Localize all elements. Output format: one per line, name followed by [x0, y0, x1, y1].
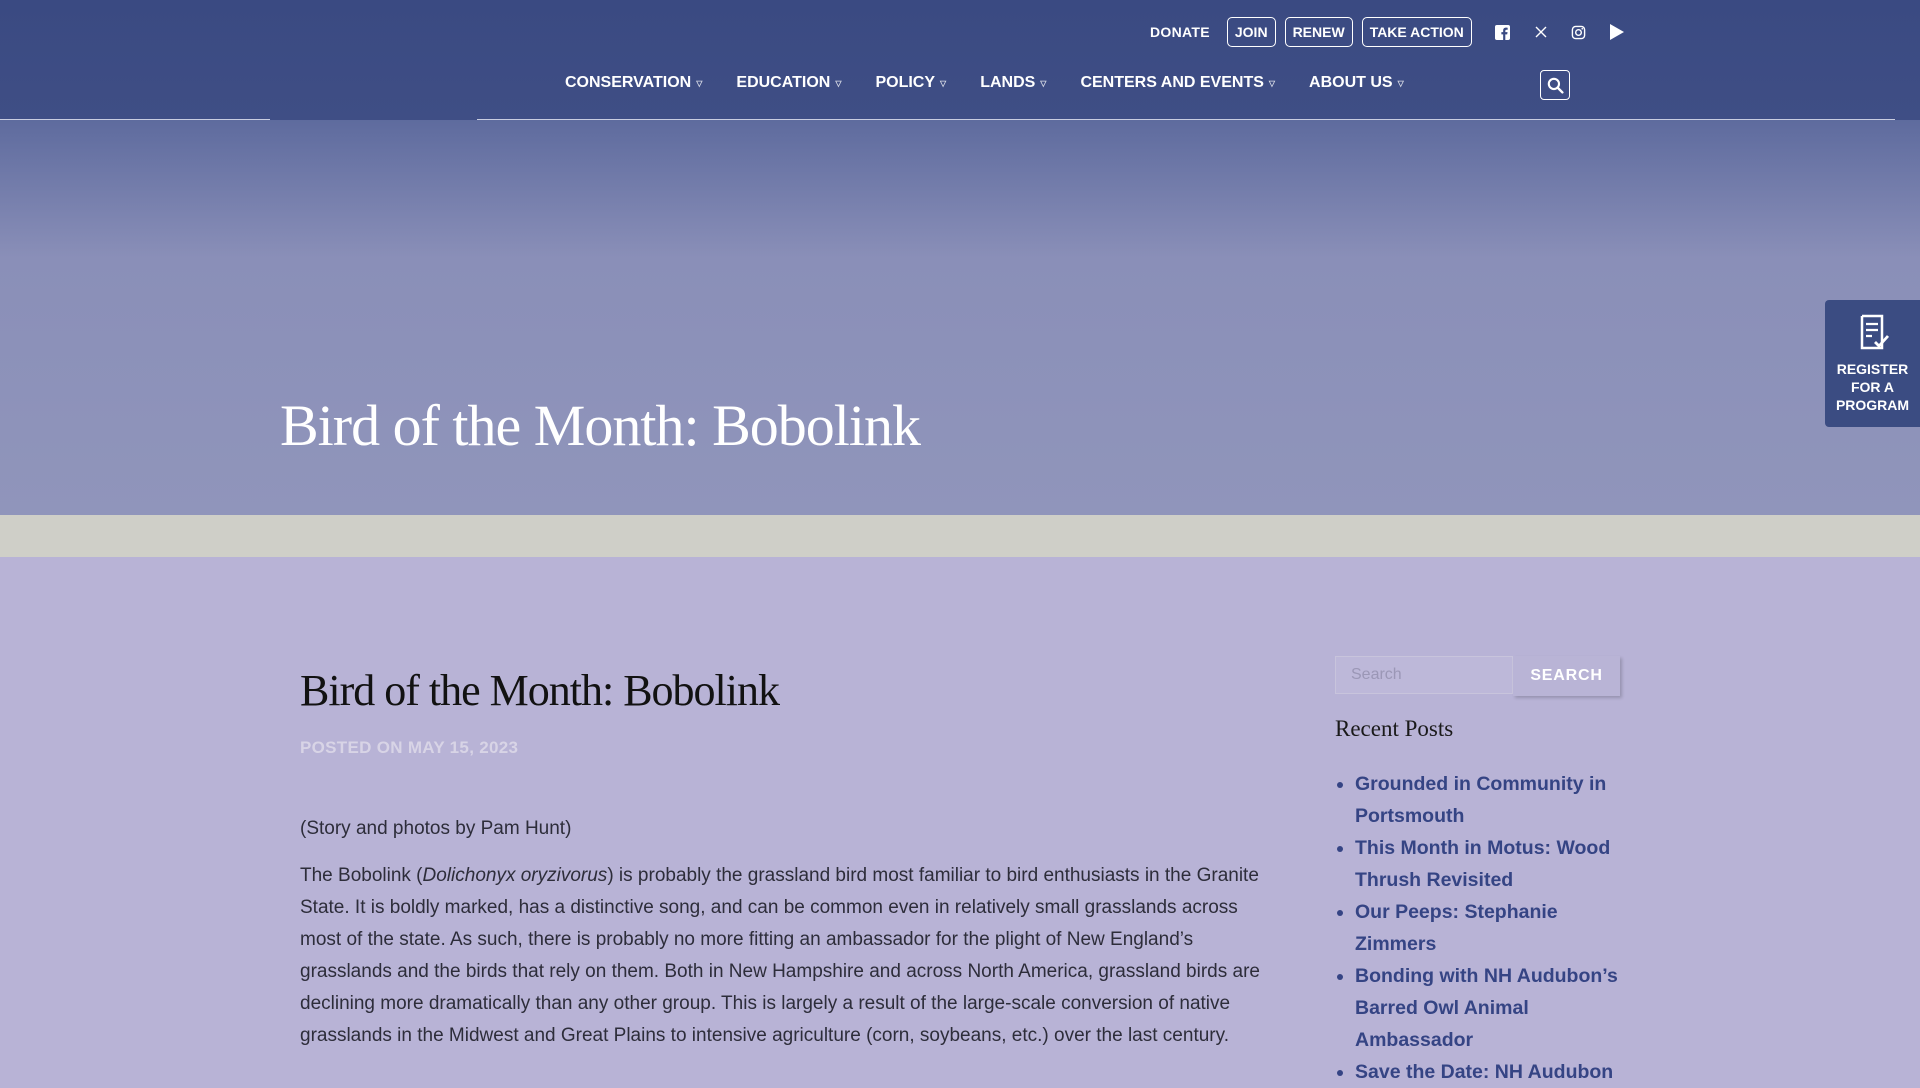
header-search-button[interactable] [1540, 70, 1570, 100]
register-label: REGISTER FOR A PROGRAM [1835, 361, 1910, 413]
renew-button[interactable]: RENEW [1284, 17, 1353, 47]
recent-post-link[interactable]: Grounded in Community in Portsmouth [1355, 773, 1606, 827]
sidebar-search-input[interactable] [1335, 656, 1513, 694]
join-button[interactable]: JOIN [1226, 17, 1276, 47]
nav-about-label: ABOUT US [1309, 74, 1393, 91]
article-title: Bird of the Month: Bobolink [300, 666, 780, 715]
list-item: Save the Date: NH Audubon [1355, 1056, 1620, 1088]
nav-conservation-label: CONSERVATION [565, 74, 692, 91]
scientific-name: Dolichonyx oryzivorus [422, 865, 608, 886]
nav-policy-label: POLICY [875, 74, 936, 91]
hero-bottom-band [0, 515, 1920, 557]
chevron-down-icon: ▽ [940, 78, 947, 88]
nav-centers-label: CENTERS AND EVENTS [1080, 74, 1264, 91]
chevron-down-icon: ▽ [1268, 78, 1276, 88]
nav-lands[interactable]: LANDS ▽ [980, 74, 1046, 92]
article-paragraph: The Bobolink (Dolichonyx oryzivorus) is … [300, 860, 1280, 1052]
donate-link[interactable]: DONATE [1150, 24, 1210, 40]
social-links [1492, 21, 1644, 43]
checklist-icon [1860, 314, 1889, 350]
nav-centers-and-events[interactable]: CENTERS AND EVENTS ▽ [1080, 74, 1275, 92]
list-item: Our Peeps: Stephanie Zimmers [1355, 896, 1620, 960]
recent-posts-heading: Recent Posts [1335, 716, 1454, 741]
chevron-down-icon: ▽ [1040, 78, 1047, 88]
post-date: POSTED ON MAY 15, 2023 [300, 738, 519, 757]
site-header: DONATE JOIN RENEW TAKE ACTION CONSERVATI… [0, 0, 1920, 120]
register-for-program-button[interactable]: REGISTER FOR A PROGRAM [1825, 300, 1920, 427]
instagram-icon[interactable] [1568, 21, 1590, 43]
recent-post-link[interactable]: This Month in Motus: Wood Thrush Revisit… [1355, 837, 1610, 891]
hero-banner: Bird of the Month: Bobolink [0, 120, 1920, 515]
facebook-icon[interactable] [1492, 21, 1514, 43]
nav-education-label: EDUCATION [736, 74, 831, 91]
nav-policy[interactable]: POLICY ▽ [875, 74, 946, 92]
hero-title: Bird of the Month: Bobolink [280, 393, 921, 458]
chevron-down-icon: ▽ [696, 78, 703, 88]
article-byline: (Story and photos by Pam Hunt) [300, 818, 572, 839]
sidebar-search-button[interactable]: SEARCH [1513, 656, 1620, 696]
recent-posts-list: Grounded in Community in Portsmouth This… [1335, 768, 1620, 1088]
nav-lands-label: LANDS [980, 74, 1036, 91]
utility-nav: DONATE JOIN RENEW TAKE ACTION [1150, 17, 1644, 47]
nav-education[interactable]: EDUCATION ▽ [736, 74, 841, 92]
list-item: Bonding with NH Audubon’s Barred Owl Ani… [1355, 960, 1620, 1056]
youtube-icon[interactable] [1606, 21, 1628, 43]
take-action-button[interactable]: TAKE ACTION [1361, 17, 1472, 47]
list-item: Grounded in Community in Portsmouth [1355, 768, 1620, 832]
recent-post-link[interactable]: Our Peeps: Stephanie Zimmers [1355, 901, 1558, 955]
list-item: This Month in Motus: Wood Thrush Revisit… [1355, 832, 1620, 896]
paragraph-rest: ) is probably the grassland bird most fa… [300, 865, 1260, 1046]
chevron-down-icon: ▽ [1397, 78, 1404, 88]
x-icon[interactable] [1530, 21, 1552, 43]
sidebar: SEARCH Recent Posts Grounded in Communit… [1335, 656, 1620, 1088]
nav-conservation[interactable]: CONSERVATION ▽ [565, 74, 702, 92]
recent-post-link[interactable]: Bonding with NH Audubon’s Barred Owl Ani… [1355, 965, 1618, 1051]
search-icon [1547, 77, 1564, 94]
sidebar-search: SEARCH [1335, 656, 1620, 696]
article: Bird of the Month: Bobolink POSTED ON MA… [300, 665, 1280, 1052]
paragraph-start: The Bobolink ( [300, 865, 423, 886]
chevron-down-icon: ▽ [835, 78, 842, 88]
main-nav: CONSERVATION ▽ EDUCATION ▽ POLICY ▽ LANDS ▽ … [565, 74, 1438, 92]
nav-about-us[interactable]: ABOUT US ▽ [1309, 74, 1404, 92]
